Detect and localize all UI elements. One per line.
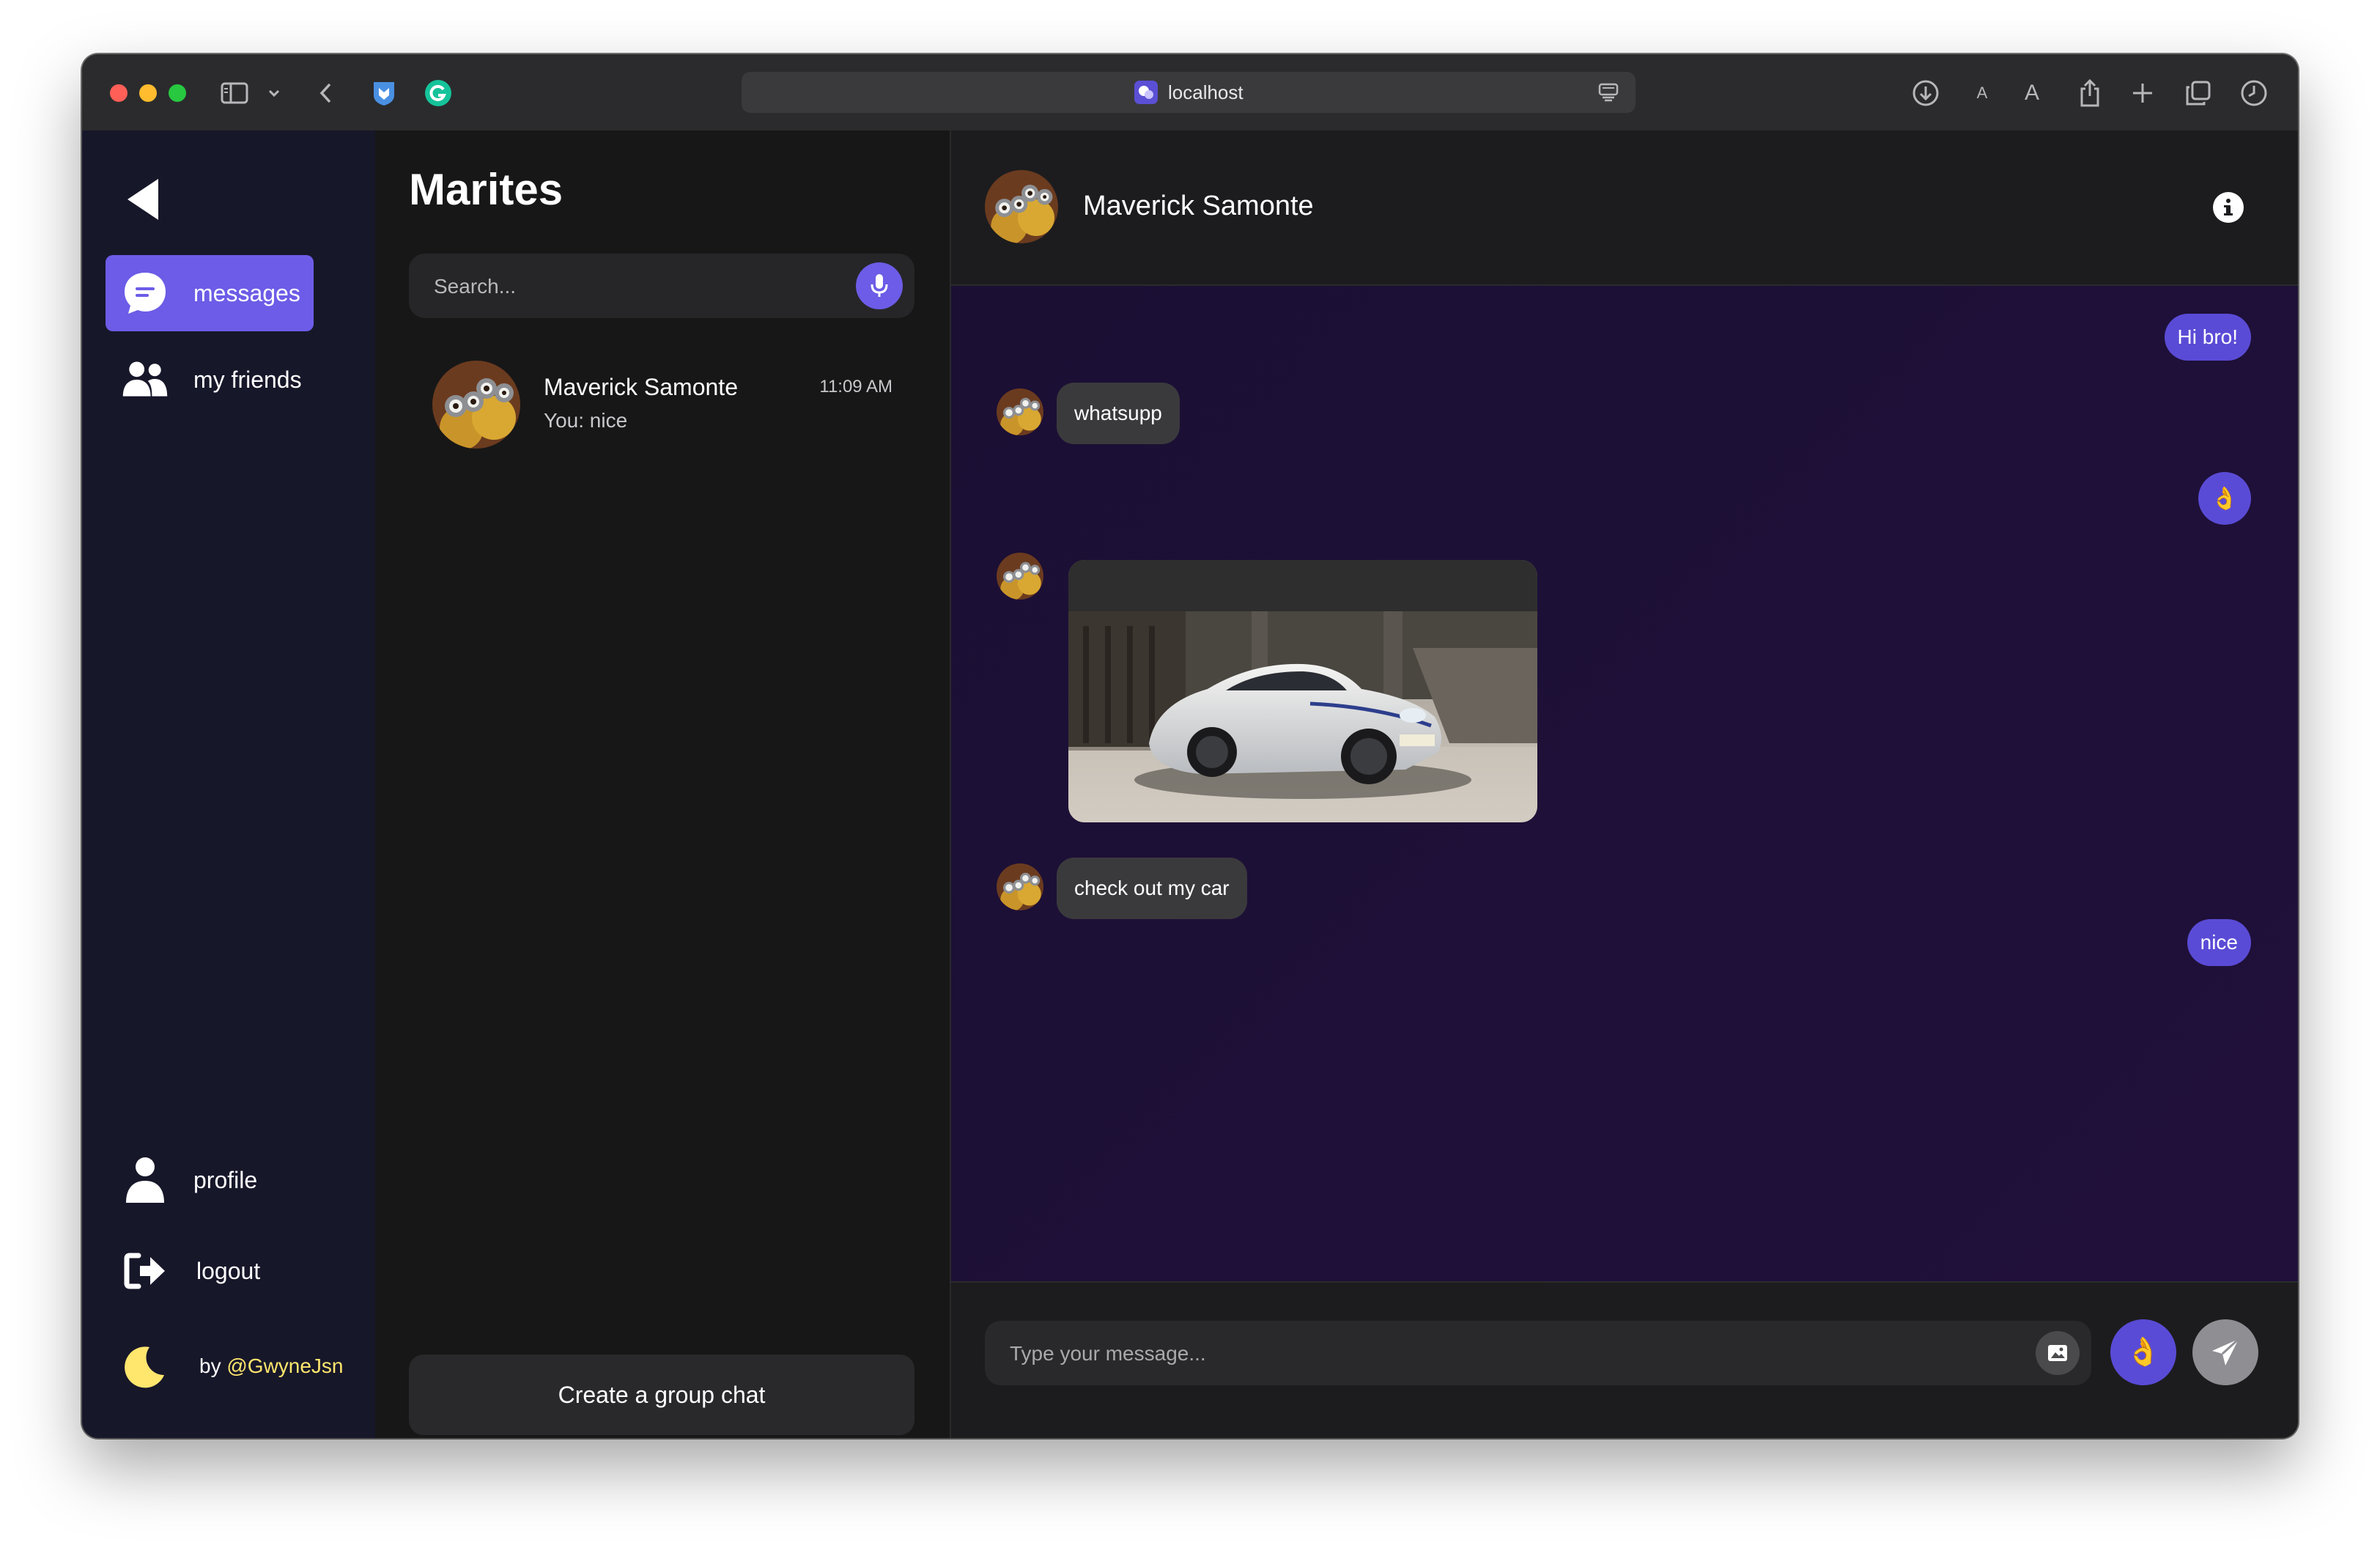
search-input[interactable] [432, 254, 846, 320]
message-input-wrapper [985, 1321, 2091, 1387]
info-icon[interactable] [2213, 192, 2244, 223]
chat-panel: Maverick Samonte Hi bro! whatsupp 👌 chec… [951, 130, 2298, 1438]
chevron-down-icon[interactable] [267, 76, 281, 110]
microphone-icon[interactable] [856, 262, 903, 309]
search-bar [409, 254, 914, 320]
sidebar: messages my friends profile logout by @G… [82, 130, 375, 1438]
nav-messages-label: messages [193, 279, 300, 306]
message-emoji-outgoing: 👌 [2198, 472, 2251, 525]
users-icon [120, 355, 170, 405]
avatar [997, 863, 1043, 910]
conversation-name: Maverick Samonte [544, 374, 738, 400]
address-bar[interactable]: localhost [742, 72, 1636, 113]
nav-my-friends[interactable]: my friends [106, 342, 314, 418]
conversation-time: 11:09 AM [819, 377, 892, 397]
person-icon [120, 1155, 170, 1205]
message-bubble-incoming: whatsupp [1057, 383, 1180, 444]
nav-profile-label: profile [193, 1166, 258, 1193]
conversation-preview: You: nice [544, 409, 628, 432]
shared-car-image[interactable] [1068, 560, 1537, 822]
conversation-item[interactable]: Maverick Samonte You: nice 11:09 AM [409, 358, 914, 457]
nav-profile[interactable]: profile [106, 1142, 314, 1218]
minimize-window-button[interactable] [139, 84, 157, 102]
author-byline: by @GwyneJsn [199, 1354, 344, 1378]
chat-contact-name: Maverick Samonte [1083, 191, 1314, 221]
download-icon[interactable] [1910, 76, 1942, 110]
new-tab-icon[interactable] [2129, 76, 2156, 110]
message-composer: 👌 [951, 1281, 2298, 1438]
extension-shield-icon[interactable] [369, 76, 399, 110]
message-thread: Hi bro! whatsupp 👌 check out my car nice [951, 286, 2298, 1281]
author-handle-link[interactable]: @GwyneJsn [226, 1354, 343, 1377]
quick-emoji-button[interactable]: 👌 [2110, 1319, 2176, 1385]
moon-icon[interactable] [120, 1343, 167, 1390]
message-bubble-incoming: check out my car [1057, 858, 1247, 919]
avatar [997, 553, 1043, 600]
send-icon[interactable] [2192, 1319, 2258, 1385]
avatar [997, 388, 1043, 435]
message-input[interactable] [1008, 1321, 2022, 1387]
nav-my-friends-label: my friends [193, 366, 302, 393]
browser-window: localhost A A messages my friends profil… [82, 54, 2298, 1438]
tab-overview-icon[interactable] [2184, 76, 2213, 110]
reader-mode-icon[interactable] [1597, 82, 1619, 106]
text-smaller-icon[interactable]: A [1971, 76, 1993, 110]
back-arrow-icon[interactable] [317, 76, 334, 110]
history-clock-icon[interactable] [2239, 76, 2269, 110]
create-group-chat-button[interactable]: Create a group chat [409, 1354, 914, 1435]
zoom-window-button[interactable] [169, 84, 186, 102]
triangle-left-icon[interactable] [123, 176, 164, 223]
browser-toolbar: localhost A A [82, 54, 2298, 132]
close-window-button[interactable] [110, 84, 128, 102]
avatar[interactable] [985, 170, 1058, 243]
message-bubble-outgoing: Hi bro! [2164, 314, 2251, 361]
site-favicon [1134, 81, 1158, 104]
share-icon[interactable] [2077, 76, 2103, 110]
chat-bubble-icon [120, 268, 170, 318]
logout-icon [120, 1246, 170, 1296]
avatar [432, 361, 520, 449]
byline-prefix: by [199, 1354, 227, 1377]
grammarly-icon[interactable] [424, 76, 453, 110]
chat-header: Maverick Samonte [951, 130, 2298, 286]
text-larger-icon[interactable]: A [2021, 76, 2043, 110]
conversation-list-panel: Marites Maver [375, 130, 951, 1438]
url-text: localhost [1168, 81, 1243, 103]
nav-logout-label: logout [196, 1257, 261, 1284]
list-title: Marites [409, 165, 563, 214]
message-bubble-outgoing: nice [2187, 919, 2251, 966]
image-upload-icon[interactable] [2036, 1331, 2080, 1375]
nav-messages[interactable]: messages [106, 255, 314, 331]
nav-logout[interactable]: logout [106, 1233, 314, 1309]
chat-app: messages my friends profile logout by @G… [82, 130, 2298, 1438]
sidebar-toggle-icon[interactable] [220, 76, 249, 110]
